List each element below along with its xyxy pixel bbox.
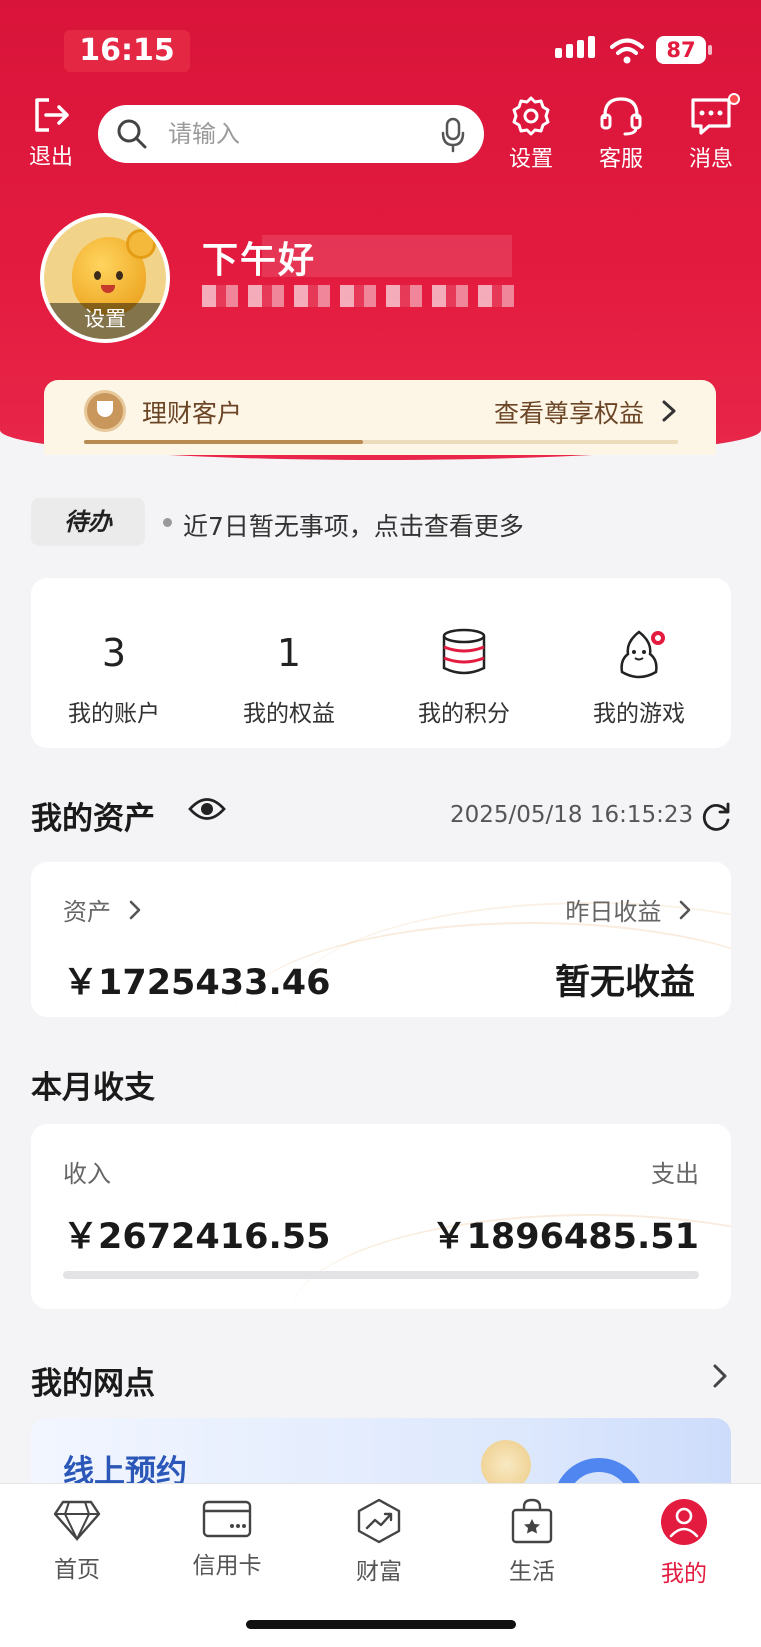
my-benefits-item[interactable]: 1 我的权益 [214, 628, 364, 728]
avatar[interactable]: 设置 [40, 213, 170, 343]
vip-benefits-link[interactable]: 查看尊享权益 [494, 394, 676, 430]
service-label: 客服 [598, 147, 643, 172]
mascot-game-icon [620, 630, 665, 679]
yesterday-label: 昨日收益 [565, 898, 662, 926]
games-icon-wrap [564, 628, 714, 679]
yesterday-earnings-link[interactable]: 昨日收益 [565, 892, 691, 927]
tab-credit-card-label: 信用卡 [192, 1553, 262, 1579]
search-icon [117, 119, 147, 149]
assets-card: 资产 ￥1725433.46 昨日收益 暂无收益 [31, 862, 731, 1017]
games-label: 我的游戏 [593, 701, 685, 727]
unread-dot [728, 93, 740, 105]
accounts-count: 3 [101, 631, 127, 675]
chevron-right-icon[interactable] [712, 1363, 728, 1389]
redacted-account-info [202, 285, 520, 307]
tab-credit-card[interactable]: 信用卡 [177, 1498, 277, 1580]
home-indicator [246, 1620, 516, 1629]
monthly-section-title: 本月收支 [31, 1070, 155, 1106]
trophy-icon [84, 390, 126, 432]
my-points-item[interactable]: 我的积分 [389, 628, 539, 728]
search-box[interactable] [98, 105, 484, 163]
diamond-icon [53, 1500, 101, 1542]
chevron-right-icon [129, 900, 140, 920]
settings-label: 设置 [508, 147, 553, 172]
vip-level-title: 理财客户 [142, 399, 243, 428]
shopping-bag-icon [511, 1498, 553, 1544]
todo-row[interactable]: 待办 近7日暂无事项，点击查看更多 [31, 498, 731, 548]
status-time: 16:15 [64, 30, 190, 72]
tab-mine[interactable]: 我的 [634, 1498, 734, 1588]
tab-home[interactable]: 首页 [27, 1498, 127, 1584]
cellular-signal-icon [555, 36, 595, 58]
yesterday-value: 暂无收益 [554, 963, 695, 1003]
income-expense-bar [63, 1271, 699, 1279]
coins-stack-icon [442, 628, 486, 675]
assets-value: ￥1725433.46 [63, 963, 331, 1003]
mascot-eye [116, 271, 123, 280]
todo-tag: 待办 [31, 498, 145, 546]
chevron-right-icon [679, 900, 691, 920]
vip-benefits-label: 查看尊享权益 [494, 399, 645, 428]
monthly-summary-card[interactable]: 收入 ￥2672416.55 支出 ￥1896485.51 [31, 1124, 731, 1309]
redacted-username [262, 235, 512, 277]
income-value: ￥2672416.55 [63, 1217, 331, 1257]
tab-life[interactable]: 生活 [482, 1498, 582, 1586]
coin-icon [126, 229, 156, 259]
vip-level-bar[interactable]: 理财客户 查看尊享权益 [44, 380, 716, 455]
branch-section-title: 我的网点 [31, 1366, 155, 1402]
expense-label: 支出 [651, 1160, 699, 1188]
headset-icon [600, 97, 642, 136]
quick-access-card: 3 我的账户 1 我的权益 我的积分 我的游戏 [31, 578, 731, 748]
avatar-settings-label: 设置 [44, 303, 166, 339]
points-icon-wrap [389, 628, 539, 678]
eye-icon[interactable] [188, 796, 226, 822]
vip-progress-fill [84, 440, 364, 444]
customer-service-button[interactable]: 客服 [586, 95, 656, 173]
battery-indicator: 87 [656, 36, 712, 64]
status-bar: 16:15 87 [0, 22, 761, 82]
messages-label: 消息 [688, 147, 733, 172]
microphone-icon[interactable] [440, 117, 466, 153]
user-icon [661, 1499, 707, 1545]
vip-progress-track [84, 440, 678, 444]
profile-section: 设置 下午好 [40, 213, 680, 343]
messages-button[interactable]: 消息 [676, 93, 746, 173]
my-accounts-item[interactable]: 3 我的账户 [39, 628, 189, 728]
chevron-right-icon [662, 400, 676, 422]
assets-timestamp: 2025/05/18 16:15:23 [450, 802, 694, 828]
logout-icon [35, 98, 69, 132]
tab-wealth[interactable]: 财富 [329, 1498, 429, 1586]
todo-text: 近7日暂无事项，点击查看更多 [183, 512, 524, 541]
points-label: 我的积分 [418, 701, 510, 727]
tab-mine-label: 我的 [661, 1561, 707, 1587]
bullet-dot [163, 518, 172, 527]
tab-home-label: 首页 [54, 1557, 100, 1583]
assets-section-title: 我的资产 [31, 801, 155, 837]
gear-icon [512, 96, 550, 136]
my-games-item[interactable]: 我的游戏 [564, 628, 714, 728]
assets-link[interactable]: 资产 [63, 892, 141, 927]
growth-chart-icon [357, 1498, 401, 1544]
wifi-icon [610, 38, 644, 64]
message-icon [691, 98, 731, 135]
assets-label: 资产 [63, 898, 111, 926]
tab-wealth-label: 财富 [356, 1559, 402, 1585]
logout-button[interactable]: 退出 [16, 95, 86, 171]
top-toolbar: 退出 设置 客服 消息 [0, 93, 761, 175]
accounts-label: 我的账户 [68, 701, 160, 727]
benefits-count: 1 [276, 631, 302, 675]
search-input[interactable] [168, 113, 428, 155]
income-label: 收入 [63, 1160, 111, 1188]
tab-life-label: 生活 [509, 1559, 555, 1585]
settings-button[interactable]: 设置 [496, 95, 566, 173]
expense-value: ￥1896485.51 [431, 1217, 699, 1257]
logout-label: 退出 [28, 145, 73, 170]
mascot-eye [94, 271, 101, 280]
refresh-icon[interactable] [700, 800, 732, 832]
credit-card-icon [202, 1500, 252, 1538]
benefits-label: 我的权益 [243, 701, 335, 727]
